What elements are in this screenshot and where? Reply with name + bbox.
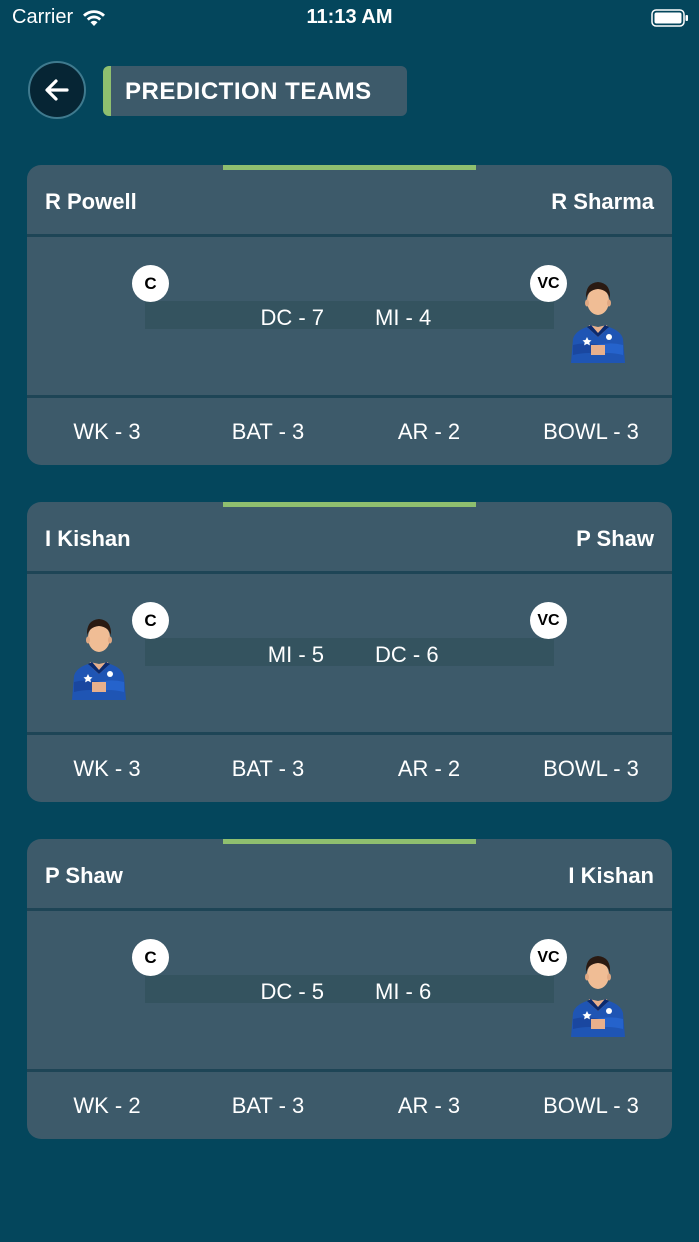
- card-stats: WK - 2 BAT - 3 AR - 3 BOWL - 3: [27, 1072, 672, 1139]
- player-avatar-icon: [571, 956, 625, 1037]
- team-card[interactable]: R Powell R Sharma DC - 7 MI - 4 C VC WK …: [27, 165, 672, 465]
- captain-name: I Kishan: [45, 526, 131, 551]
- stat-bowl: BOWL - 3: [543, 1093, 639, 1118]
- captain-name: P Shaw: [45, 863, 123, 888]
- team-card[interactable]: I Kishan P Shaw MI - 5 DC - 6 C VC WK - …: [27, 502, 672, 802]
- clock: 11:13 AM: [306, 6, 393, 28]
- team-left-count: DC - 5: [260, 979, 324, 1004]
- stat-bat: BAT - 3: [231, 1093, 305, 1118]
- card-match: DC - 7 MI - 4 C VC: [27, 237, 672, 395]
- captain-badge: C: [132, 939, 169, 976]
- stat-bowl: BOWL - 3: [543, 419, 639, 444]
- card-stats: WK - 3 BAT - 3 AR - 2 BOWL - 3: [27, 735, 672, 802]
- stat-wk: WK - 3: [73, 756, 141, 781]
- page-title-box: PREDICTION TEAMS: [103, 66, 407, 116]
- stat-ar: AR - 2: [397, 756, 461, 781]
- card-header: P Shaw I Kishan: [27, 839, 672, 909]
- status-bar: Carrier 11:13 AM: [0, 0, 699, 36]
- vice-captain-name: R Sharma: [551, 189, 654, 214]
- page-title: PREDICTION TEAMS: [125, 78, 372, 105]
- team-right-count: MI - 6: [375, 979, 432, 1004]
- score-bar: [145, 638, 554, 666]
- battery-icon: [651, 9, 688, 27]
- score-bar: [145, 301, 554, 329]
- stat-ar: AR - 2: [397, 419, 461, 444]
- card-header: I Kishan P Shaw: [27, 502, 672, 572]
- team-left-count: DC - 7: [260, 305, 324, 330]
- vice-captain-badge: VC: [530, 939, 567, 976]
- player-avatar-icon: [72, 619, 126, 700]
- vice-captain-name: P Shaw: [576, 526, 654, 551]
- stat-bat: BAT - 3: [231, 419, 305, 444]
- score-bar: [145, 975, 554, 1003]
- card-stats: WK - 3 BAT - 3 AR - 2 BOWL - 3: [27, 398, 672, 465]
- team-right-count: DC - 6: [375, 642, 439, 667]
- back-button[interactable]: [28, 61, 86, 119]
- stat-bat: BAT - 3: [231, 756, 305, 781]
- team-right-count: MI - 4: [375, 305, 432, 330]
- team-left-count: MI - 5: [267, 642, 324, 667]
- vice-captain-badge: VC: [530, 265, 567, 302]
- stat-wk: WK - 2: [73, 1093, 141, 1118]
- stat-ar: AR - 3: [397, 1093, 461, 1118]
- team-card[interactable]: P Shaw I Kishan DC - 5 MI - 6 C VC WK - …: [27, 839, 672, 1139]
- captain-badge: C: [132, 265, 169, 302]
- captain-badge: C: [132, 602, 169, 639]
- card-header: R Powell R Sharma: [27, 165, 672, 235]
- arrow-left-icon: [45, 79, 69, 101]
- vice-captain-badge: VC: [530, 602, 567, 639]
- stat-bowl: BOWL - 3: [543, 756, 639, 781]
- card-match: DC - 5 MI - 6 C VC: [27, 911, 672, 1069]
- vice-captain-name: I Kishan: [568, 863, 654, 888]
- card-match: MI - 5 DC - 6 C VC: [27, 574, 672, 732]
- stat-wk: WK - 3: [73, 419, 141, 444]
- player-avatar-icon: [571, 282, 625, 363]
- captain-name: R Powell: [45, 189, 137, 214]
